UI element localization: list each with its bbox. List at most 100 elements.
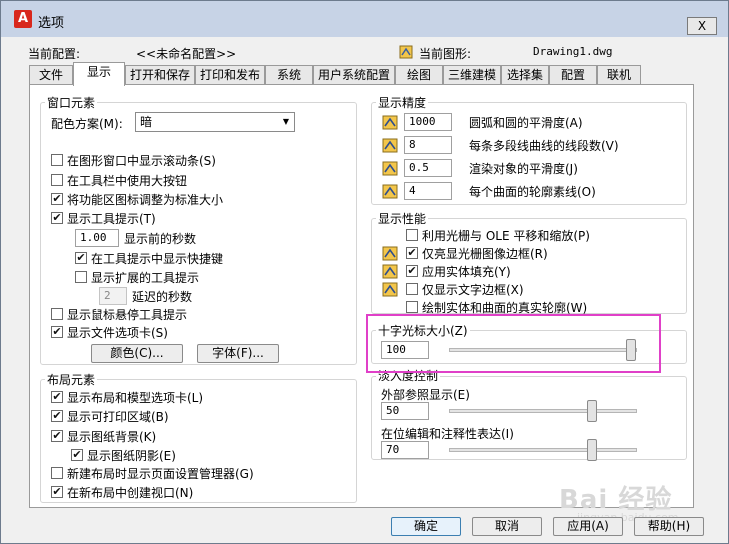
checkbox-text-boundary[interactable] [406,283,418,295]
tooltip-delay-label: 显示前的秒数 [124,232,197,246]
contour-lines-label: 每个曲面的轮廓素线(O) [469,185,596,199]
arc-smoothness-input[interactable]: 1000 [404,113,452,131]
checkbox-paper-shadow[interactable]: ✔ [71,449,83,461]
window-title: 选项 [38,16,65,31]
inplace-fade-slider-track[interactable] [449,448,637,452]
tab-user-preferences[interactable]: 用户系统配置 [313,65,395,85]
apply-button[interactable]: 应用(A) [553,517,623,536]
label-page-setup-manager: 新建布局时显示页面设置管理器(G) [67,467,254,481]
checkbox-large-buttons[interactable] [51,174,63,186]
saved-in-drawing-icon [382,184,398,199]
tab-profiles[interactable]: 配置 [549,65,597,85]
label-show-scrollbars: 在图形窗口中显示滚动条(S) [67,154,216,168]
checkbox-show-scrollbars[interactable] [51,154,63,166]
tooltip-delay-input[interactable]: 1.00 [75,229,119,247]
color-scheme-label: 配色方案(M): [51,117,123,131]
checkbox-create-viewport[interactable]: ✔ [51,486,63,498]
tab-open-save[interactable]: 打开和保存 [125,65,195,85]
label-solid-fill: 应用实体填充(Y) [422,265,511,279]
current-profile-label: 当前配置: [28,47,81,61]
current-profile-value: <<未命名配置>> [136,47,237,61]
title-bar: A 选项 X [1,1,728,37]
checkbox-show-tooltips[interactable]: ✔ [51,212,63,224]
color-scheme-value: 暗 [140,115,153,129]
close-button[interactable]: X [687,17,717,35]
saved-in-drawing-icon [382,161,398,176]
xref-fade-slider-thumb[interactable] [587,400,597,422]
rendered-smoothness-input[interactable]: 0.5 [404,159,452,177]
tab-selection[interactable]: 选择集 [501,65,549,85]
color-scheme-select[interactable]: 暗 ▼ [135,112,295,132]
checkbox-extended-tooltip[interactable] [75,271,87,283]
polyline-segments-input[interactable]: 8 [404,136,452,154]
label-extended-tooltip: 显示扩展的工具提示 [91,271,200,285]
arc-smoothness-label: 圆弧和圆的平滑度(A) [469,116,583,130]
label-paper-background: 显示图纸背景(K) [67,430,157,444]
checkbox-ribbon-icons[interactable]: ✔ [51,193,63,205]
label-ribbon-icons: 将功能区图标调整为标准大小 [67,193,224,207]
autocad-logo-icon: A [14,10,32,28]
xref-display-input[interactable]: 50 [381,402,429,420]
checkbox-raster-frame[interactable]: ✔ [406,247,418,259]
tab-system[interactable]: 系统 [265,65,313,85]
colors-button[interactable]: 颜色(C)... [91,344,183,363]
checkbox-raster-ole-pan[interactable] [406,229,418,241]
tab-3d-modeling[interactable]: 三维建模 [443,65,501,85]
label-file-tabs: 显示文件选项卡(S) [67,326,168,340]
current-drawing-label: 当前图形: [419,47,472,61]
label-layout-model-tabs: 显示布局和模型选项卡(L) [67,391,204,405]
checkbox-printable-area[interactable]: ✔ [51,410,63,422]
checkbox-true-silhouettes[interactable] [406,301,418,313]
tab-files[interactable]: 文件 [29,65,73,85]
checkbox-solid-fill[interactable]: ✔ [406,265,418,277]
checkbox-paper-background[interactable]: ✔ [51,430,63,442]
inplace-fade-slider-thumb[interactable] [587,439,597,461]
rendered-smoothness-label: 渲染对象的平滑度(J) [469,162,578,176]
checkbox-layout-model-tabs[interactable]: ✔ [51,391,63,403]
saved-in-drawing-icon [382,264,398,279]
cancel-button[interactable]: 取消 [472,517,542,536]
checkbox-page-setup-manager[interactable] [51,467,63,479]
fonts-button[interactable]: 字体(F)... [197,344,279,363]
ok-button[interactable]: 确定 [391,517,461,536]
label-rollover-tooltip: 显示鼠标悬停工具提示 [67,308,188,322]
drawing-file-icon [399,45,413,59]
label-printable-area: 显示可打印区域(B) [67,410,169,424]
saved-in-drawing-icon [382,246,398,261]
tab-drafting[interactable]: 绘图 [395,65,443,85]
extended-delay-input[interactable]: 2 [99,287,127,305]
saved-in-drawing-icon [382,138,398,153]
contour-lines-input[interactable]: 4 [404,182,452,200]
saved-in-drawing-icon [382,282,398,297]
label-text-boundary: 仅显示文字边框(X) [422,283,524,297]
label-large-buttons: 在工具栏中使用大按钮 [67,174,188,188]
polyline-segments-label: 每条多段线曲线的线段数(V) [469,139,619,153]
window-elements-title: 窗口元素 [45,94,98,111]
display-performance-title: 显示性能 [376,210,429,227]
display-resolution-title: 显示精度 [376,94,429,111]
label-paper-shadow: 显示图纸阴影(E) [87,449,176,463]
label-raster-ole-pan: 利用光栅与 OLE 平移和缩放(P) [422,229,590,243]
saved-in-drawing-icon [382,115,398,130]
options-dialog: A 选项 X 当前配置: <<未命名配置>> 当前图形: Drawing1.dw… [0,0,729,544]
annotation-highlight-box [366,314,661,373]
inplace-edit-label: 在位编辑和注释性表达(I) [381,427,514,441]
chevron-down-icon: ▼ [282,117,290,126]
xref-fade-slider-track[interactable] [449,409,637,413]
current-drawing-value: Drawing1.dwg [533,45,613,58]
help-button[interactable]: 帮助(H) [634,517,704,536]
label-create-viewport: 在新布局中创建视口(N) [67,486,194,500]
tab-online[interactable]: 联机 [597,65,641,85]
inplace-edit-input[interactable]: 70 [381,441,429,459]
layout-elements-title: 布局元素 [45,371,98,388]
extended-delay-label: 延迟的秒数 [132,290,193,304]
checkbox-rollover-tooltip[interactable] [51,308,63,320]
label-shortcut-tooltip: 在工具提示中显示快捷键 [91,252,224,266]
checkbox-file-tabs[interactable]: ✔ [51,326,63,338]
label-show-tooltips: 显示工具提示(T) [67,212,156,226]
tab-display[interactable]: 显示 [73,62,125,86]
xref-display-label: 外部参照显示(E) [381,388,470,402]
label-raster-frame: 仅亮显光栅图像边框(R) [422,247,548,261]
checkbox-shortcut-tooltip[interactable]: ✔ [75,252,87,264]
tab-plot-publish[interactable]: 打印和发布 [195,65,265,85]
